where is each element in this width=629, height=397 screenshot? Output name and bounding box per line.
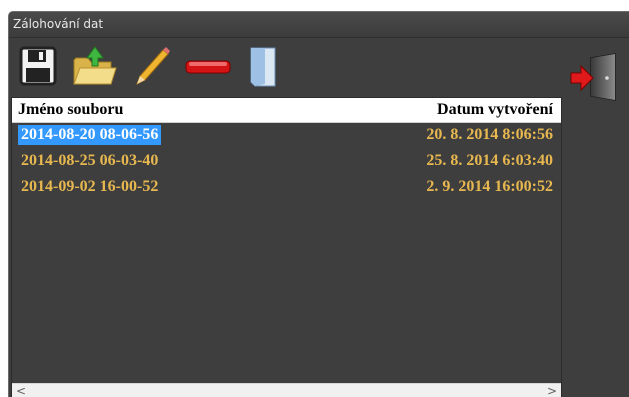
list-row[interactable]: 2014-08-25 06-03-40 25. 8. 2014 6:03:40 [12, 150, 561, 172]
row-created-date: 2. 9. 2014 16:00:52 [426, 178, 553, 195]
list-row[interactable]: 2014-09-02 16-00-52 2. 9. 2014 16:00:52 [12, 176, 561, 198]
window-title: Zálohování dat [13, 17, 104, 31]
list-row[interactable]: 2014-08-20 08-06-56 20. 8. 2014 8:06:56 [12, 124, 561, 146]
floppy-disk-icon [19, 46, 57, 86]
pencil-icon [136, 47, 170, 86]
row-file-name: 2014-08-20 08-06-56 [18, 125, 162, 145]
title-bar: Zálohování dat [9, 12, 629, 38]
row-created-date: 25. 8. 2014 6:03:40 [426, 152, 553, 169]
new-document-button[interactable] [245, 44, 281, 88]
delete-button[interactable] [183, 44, 233, 88]
horizontal-scrollbar[interactable]: < > [12, 383, 561, 397]
scroll-right-arrow[interactable]: > [545, 384, 559, 397]
row-file-name: 2014-08-25 06-03-40 [21, 152, 159, 169]
restore-button[interactable] [71, 44, 117, 88]
list-header: Jméno souboru Datum vytvoření [12, 98, 561, 123]
column-header-date[interactable]: Datum vytvoření [437, 101, 553, 119]
column-header-name[interactable]: Jméno souboru [18, 101, 123, 119]
blank-document-icon [250, 47, 276, 87]
exit-door-icon [570, 53, 616, 101]
row-file-name: 2014-09-02 16-00-52 [21, 178, 159, 195]
open-folder-upload-icon [73, 46, 117, 85]
row-created-date: 20. 8. 2014 8:06:56 [426, 126, 553, 143]
save-button[interactable] [19, 44, 59, 88]
rename-button[interactable] [131, 44, 171, 88]
red-minus-icon [185, 60, 231, 74]
backup-file-list[interactable]: Jméno souboru Datum vytvoření 2014-08-20… [11, 97, 562, 397]
scroll-left-arrow[interactable]: < [14, 384, 28, 397]
backup-window: Zálohování dat Jméno souboru Datum vytvo… [8, 11, 629, 397]
exit-button[interactable] [569, 52, 621, 102]
